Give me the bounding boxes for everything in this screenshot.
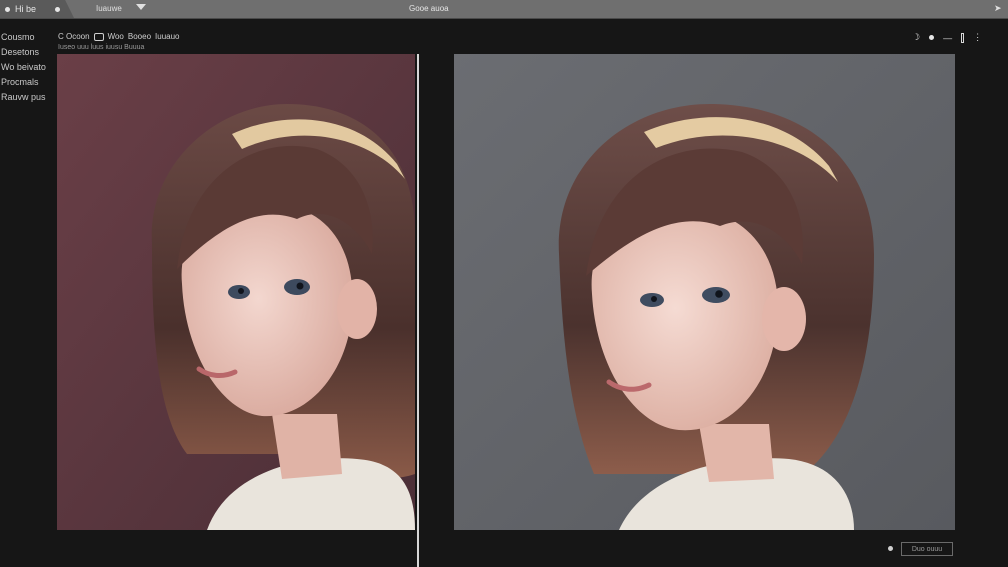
minus-icon[interactable]: — — [943, 33, 952, 43]
breadcrumb-item[interactable]: Iuuauo — [155, 32, 179, 41]
sidebar-item[interactable]: Cousmo — [0, 30, 56, 45]
breadcrumb: C Ocoon Woo Booeo Iuuauo — [58, 32, 180, 41]
record-icon[interactable] — [929, 35, 935, 40]
zoom-field[interactable]: Duo ouuu — [901, 542, 953, 556]
breadcrumb-subtext: Iuseo uuu luus iuusu Buuua — [58, 44, 145, 51]
portrait-edited — [454, 54, 955, 530]
sidebar-item[interactable]: Desetons — [0, 45, 56, 60]
sidebar-item[interactable]: Procmals — [0, 75, 56, 90]
moon-icon[interactable]: ☽ — [912, 32, 920, 43]
breadcrumb-item[interactable]: Booeo — [128, 32, 151, 41]
breadcrumb-item[interactable]: Woo — [108, 32, 124, 41]
active-tab[interactable]: Hi be — [0, 0, 74, 18]
more-icon[interactable]: ⋮ — [973, 32, 982, 43]
menu-label[interactable]: Iuauwe — [96, 4, 122, 13]
edited-image-panel[interactable] — [454, 54, 955, 530]
compare-divider-handle[interactable] — [417, 54, 419, 567]
portrait-original — [57, 54, 415, 530]
panel-toggle-icon[interactable] — [961, 32, 965, 43]
top-toolbar: ☽ — ⋮ — [912, 32, 982, 43]
original-image-panel[interactable] — [57, 54, 415, 530]
sidebar-item[interactable]: Wo beivato — [0, 60, 56, 75]
status-dot-icon — [888, 546, 893, 551]
tab-close-icon[interactable] — [55, 6, 61, 12]
back-button[interactable]: C Ocoon — [58, 32, 90, 41]
sidebar: Cousmo Desetons Wo beivato Procmals Rauv… — [0, 30, 56, 105]
title-bar: Hi be Iuauwe Gooe auoa ➤ — [0, 0, 1008, 19]
sidebar-item[interactable]: Rauvw pus — [0, 90, 56, 105]
pin-icon[interactable]: ➤ — [994, 3, 1002, 14]
image-icon — [93, 32, 104, 41]
tab-status-icon — [5, 6, 10, 12]
window-title: Gooe auoa — [409, 4, 449, 13]
menu-dropdown-icon[interactable] — [136, 4, 146, 10]
tab-label: Hi be — [15, 4, 37, 14]
